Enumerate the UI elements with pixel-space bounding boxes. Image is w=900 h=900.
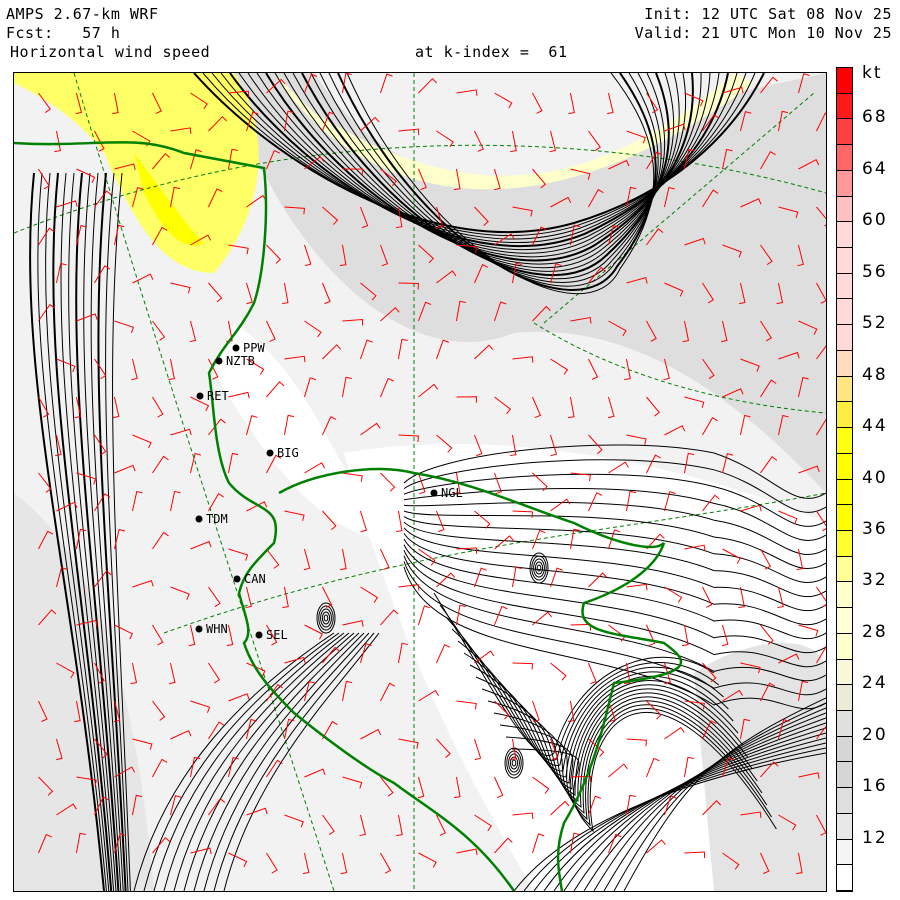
colorbar-swatch (837, 659, 852, 686)
station-label: CAN (244, 572, 266, 586)
forecast-hour: Fcst: 57 h (6, 24, 121, 42)
colorbar-swatch (837, 402, 852, 429)
colorbar-swatch (837, 865, 852, 891)
colorbar-swatch (837, 299, 852, 326)
colorbar-swatch (837, 325, 852, 351)
colorbar-label: 20 (862, 724, 888, 745)
colorbar-label: 48 (862, 364, 888, 385)
station-marker (232, 344, 240, 352)
colorbar-swatch (837, 196, 852, 223)
wind-map: PPW NZTB RET BIG TDM CAN WHN SEL NGL (13, 72, 827, 892)
colorbar-label: 60 (862, 210, 888, 231)
station-label: PPW (243, 341, 265, 355)
field-name: Horizontal wind speed (10, 43, 211, 61)
station-label: BIG (277, 446, 299, 460)
colorbar-swatch (837, 350, 852, 377)
station-label: NGL (441, 486, 463, 500)
colorbar-swatch (837, 222, 852, 249)
colorbar-label: 56 (862, 261, 888, 282)
colorbar-units: kt (862, 63, 883, 83)
colorbar-swatch (837, 788, 852, 814)
colorbar-swatch (837, 428, 852, 454)
level-index: at k-index = 61 (415, 43, 568, 61)
colorbar-swatch (837, 608, 852, 634)
colorbar-swatch (837, 248, 852, 274)
station-marker (430, 489, 438, 497)
colorbar-label: 68 (862, 107, 888, 128)
colorbar-swatch (837, 530, 852, 557)
station-marker (195, 515, 203, 523)
colorbar-swatch (837, 505, 852, 531)
station-label: SEL (266, 628, 288, 642)
station-marker (215, 357, 223, 365)
colorbar-label: 24 (862, 673, 888, 694)
colorbar-swatch (837, 479, 852, 506)
colorbar-label: 52 (862, 313, 888, 334)
colorbar-swatch (837, 710, 852, 737)
colorbar-swatch (837, 453, 852, 480)
colorbar-swatch (837, 119, 852, 146)
colorbar-label: 36 (862, 518, 888, 539)
colorbar-swatch (837, 633, 852, 660)
colorbar-label: 64 (862, 158, 888, 179)
map-canvas: PPWNZTB RET BIG TDM CAN WHN SEL NGL (14, 73, 826, 891)
colorbar (836, 67, 853, 892)
colorbar-swatch (837, 273, 852, 300)
colorbar-swatch (837, 556, 852, 583)
colorbar-swatch (837, 145, 852, 171)
valid-time: Valid: 21 UTC Mon 10 Nov 25 (634, 24, 892, 42)
colorbar-swatch (837, 736, 852, 763)
station-marker (195, 625, 203, 633)
station-marker (196, 392, 204, 400)
station-label: NZTB (226, 354, 255, 368)
station-label: WHN (206, 622, 228, 636)
colorbar-label: 12 (862, 827, 888, 848)
colorbar-swatch (837, 582, 852, 609)
colorbar-label: 16 (862, 776, 888, 797)
station-marker (255, 631, 263, 639)
colorbar-swatch (837, 93, 852, 120)
station-marker (233, 575, 241, 583)
colorbar-swatch (837, 762, 852, 789)
colorbar-swatch (837, 170, 852, 197)
station-label: TDM (206, 512, 228, 526)
colorbar-swatch (837, 839, 852, 866)
colorbar-label: 28 (862, 621, 888, 642)
colorbar-swatch (837, 68, 852, 94)
colorbar-label: 40 (862, 467, 888, 488)
colorbar-label: 44 (862, 416, 888, 437)
model-title: AMPS 2.67-km WRF (6, 5, 159, 23)
init-time: Init: 12 UTC Sat 08 Nov 25 (644, 5, 892, 23)
station-marker (266, 449, 274, 457)
colorbar-label: 32 (862, 570, 888, 591)
colorbar-swatch (837, 376, 852, 403)
colorbar-swatch (837, 813, 852, 840)
colorbar-swatch (837, 685, 852, 711)
station-label: RET (207, 389, 229, 403)
